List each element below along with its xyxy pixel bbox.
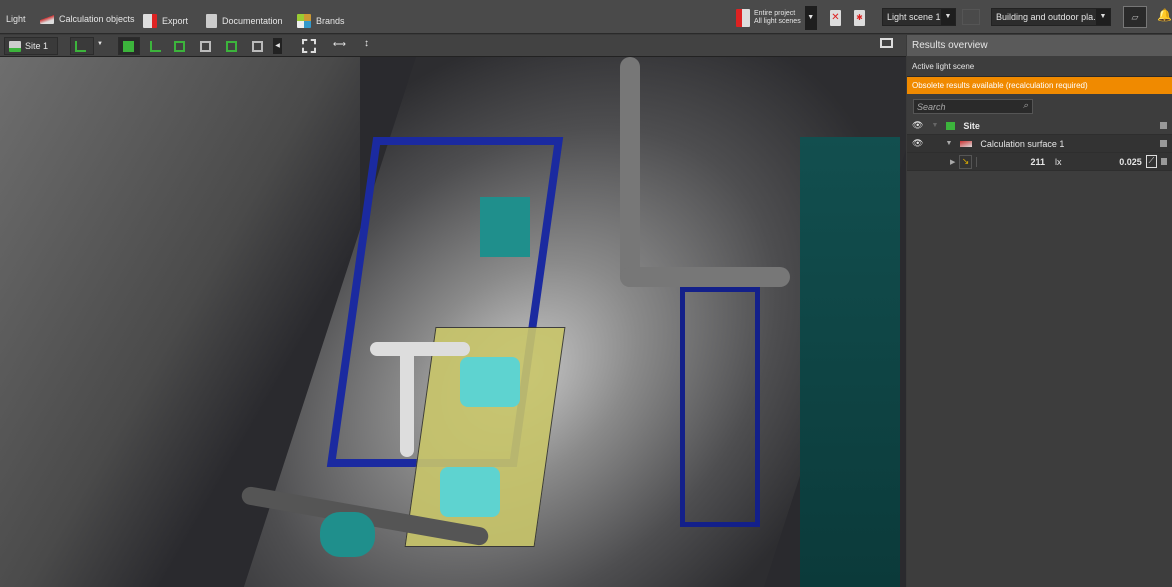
view-mode-value: Building and outdoor pla... xyxy=(996,12,1101,22)
main-toolbar: Light Calculation objects Export Documen… xyxy=(0,0,1172,34)
chevron-down-icon[interactable]: ▼ xyxy=(97,41,103,47)
3d-viewport[interactable] xyxy=(0,57,906,587)
cube-icon xyxy=(174,40,185,52)
active-scene-label: Active light scene xyxy=(907,56,1172,77)
pump xyxy=(440,467,500,517)
delete-results-icon[interactable]: ✕ xyxy=(830,10,841,26)
menu-documentation[interactable]: Documentation xyxy=(206,14,283,28)
cube-other-icon xyxy=(252,40,263,52)
view-plan-button[interactable] xyxy=(146,37,166,55)
menu-brands[interactable]: Brands xyxy=(297,14,345,28)
pipe xyxy=(370,342,470,356)
app-window: Light Calculation objects Export Documen… xyxy=(0,0,1172,587)
scope-line2: All light scenes xyxy=(754,18,801,25)
menu-calculation-objects[interactable]: Calculation objects xyxy=(40,14,135,24)
site-icon xyxy=(946,121,956,130)
plan-icon xyxy=(150,40,161,52)
illuminance-unit: lx xyxy=(1054,156,1062,167)
tree-row-site[interactable]: 👁 ▼ Site xyxy=(907,117,1172,135)
menu-doc-label: Documentation xyxy=(222,16,283,26)
results-title: Results overview xyxy=(907,35,1172,56)
chevron-down-icon[interactable]: ▼ xyxy=(804,6,817,30)
chevron-down-icon: ▼ xyxy=(1096,9,1110,25)
site-label: Site xyxy=(963,120,980,131)
site-selector[interactable]: Site 1 xyxy=(4,37,58,55)
light-scene-select[interactable]: Light scene 1 ▼ xyxy=(882,8,956,26)
view-front-button[interactable] xyxy=(170,37,190,55)
calculation-scope-select[interactable]: Entire project All light scenes ▼ xyxy=(736,5,826,31)
eye-icon[interactable]: 👁 xyxy=(912,120,923,131)
brands-icon xyxy=(297,14,311,28)
menu-calc-label: Calculation objects xyxy=(59,14,135,24)
view-iso-button[interactable] xyxy=(222,37,242,55)
chevron-down-icon: ▼ xyxy=(941,9,955,25)
calculation-surface-icon xyxy=(960,140,973,147)
pump xyxy=(480,197,530,257)
settings-results-icon[interactable]: ✱ xyxy=(854,10,865,26)
illuminance-value: 211 xyxy=(975,156,1045,167)
light-scene-value: Light scene 1 xyxy=(887,12,941,22)
scope-line1: Entire project xyxy=(754,10,796,17)
surface-label: Calculation surface 1 xyxy=(980,138,1065,149)
site-label: Site 1 xyxy=(25,41,49,51)
pump xyxy=(320,512,375,557)
calculation-surface-icon xyxy=(40,14,54,24)
chevron-down-icon: ▼ xyxy=(945,140,953,147)
tank xyxy=(800,137,900,587)
tree-row-surface[interactable]: 👁 ▼ Calculation surface 1 xyxy=(907,135,1172,153)
pipe xyxy=(620,267,790,287)
light-scene-edit-icon[interactable] xyxy=(962,9,980,25)
illuminance-icon: ↘ xyxy=(959,154,972,169)
search-placeholder: Search xyxy=(917,102,946,112)
view-mode-select[interactable]: Building and outdoor pla... ▼ xyxy=(991,8,1111,26)
monitor-icon[interactable] xyxy=(880,38,893,48)
equipment-frame xyxy=(680,287,760,527)
export-icon xyxy=(143,14,157,28)
calculate-icon xyxy=(736,9,750,27)
pump xyxy=(460,357,520,407)
checkbox[interactable] xyxy=(1160,140,1167,147)
surface-view-icon[interactable]: ▱ xyxy=(1123,6,1147,28)
checkbox[interactable] xyxy=(1160,122,1167,129)
menu-export-label: Export xyxy=(162,16,189,26)
pipe xyxy=(400,347,414,457)
search-input[interactable]: Search ⌕ xyxy=(913,99,1033,114)
menu-export[interactable]: Export xyxy=(143,14,188,28)
site-icon xyxy=(9,40,21,52)
eye-icon[interactable]: 👁 xyxy=(912,138,923,149)
zoom-fit-icon[interactable] xyxy=(302,39,316,53)
chevron-right-icon[interactable]: ▶ xyxy=(950,158,955,166)
cube-iso-icon xyxy=(226,40,237,52)
floor-plan-button[interactable] xyxy=(70,37,94,55)
checkbox[interactable] xyxy=(1161,158,1168,165)
view-toolbar: Site 1 ▼ ◀ ⟷ ↕ xyxy=(0,35,906,57)
menu-light-label: Light xyxy=(6,14,26,24)
pipe xyxy=(620,57,640,287)
graph-icon[interactable]: ⟋ xyxy=(1145,155,1158,168)
tree-row-result[interactable]: ▶ ↘ 211 lx 0.025 ⟋ xyxy=(907,153,1172,171)
documentation-icon xyxy=(206,14,217,28)
view-side-button[interactable] xyxy=(196,37,216,55)
bell-icon[interactable]: 🔔 xyxy=(1157,8,1172,22)
cube-outline-icon xyxy=(200,40,211,52)
view-3d-button[interactable] xyxy=(118,37,140,55)
collapse-left-icon[interactable]: ◀ xyxy=(273,38,282,54)
floor-plan-icon xyxy=(75,40,86,52)
menu-light[interactable]: Light xyxy=(6,14,26,24)
uniformity-value: 0.025 xyxy=(1119,156,1142,167)
dimension-icon[interactable]: ↕ xyxy=(364,38,369,49)
cube-solid-icon xyxy=(123,40,134,52)
measure-icon[interactable]: ⟷ xyxy=(333,39,346,50)
menu-brands-label: Brands xyxy=(316,16,345,26)
results-panel: Results overview Active light scene Obso… xyxy=(907,35,1172,587)
view-other-button[interactable] xyxy=(248,37,268,55)
chevron-down-icon: ▼ xyxy=(931,122,939,129)
search-icon: ⌕ xyxy=(1022,100,1028,110)
obsolete-warning: Obsolete results available (recalculatio… xyxy=(907,77,1172,94)
